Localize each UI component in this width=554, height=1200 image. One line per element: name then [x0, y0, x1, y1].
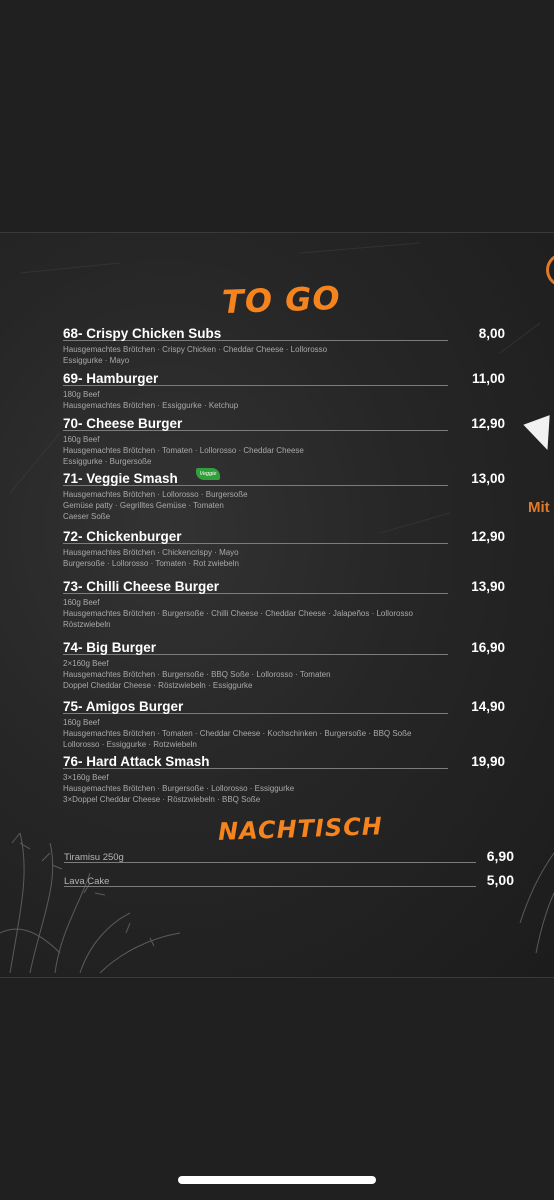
item-description: Hausgemachtes Brötchen · Crispy Chicken … [63, 345, 328, 354]
menu-item: 76- Hard Attack Smash 19,90 3×160g Beef H… [63, 754, 508, 805]
item-description: Hausgemachtes Brötchen · Burgersoße · Lo… [63, 784, 295, 793]
item-description: Hausgemachtes Brötchen · Burgersoße · Ch… [63, 609, 413, 618]
item-description: Gemüse patty · Gegrilltes Gemüse · Tomat… [63, 501, 224, 510]
menu-item: 68- Crispy Chicken Subs 8,00 Hausgemachte… [63, 326, 508, 366]
item-description: 3×160g Beef [63, 773, 109, 782]
item-description: Essiggurke · Burgersoße [63, 457, 152, 466]
item-description: 3×Doppel Cheddar Cheese · Röstzwiebeln ·… [63, 795, 261, 804]
item-name: 76- Hard Attack Smash [63, 754, 210, 769]
leaf-decoration-right [519, 852, 554, 954]
item-price: 13,00 [471, 471, 505, 486]
item-description: Burgersoße · Lollorosso · Tomaten · Rot … [63, 559, 239, 568]
item-name: 68- Crispy Chicken Subs [63, 326, 222, 341]
item-name: 75- Amigos Burger [63, 699, 184, 714]
menu-item: 70- Cheese Burger 12,90 160g Beef Hausgem… [63, 416, 508, 467]
home-indicator[interactable] [178, 1176, 376, 1184]
item-description: Hausgemachtes Brötchen · Burgersoße · BB… [63, 670, 331, 679]
dessert-name: Lava Cake [64, 876, 110, 887]
item-name: 73- Chilli Cheese Burger [63, 579, 220, 594]
item-description: Caeser Soße [63, 512, 111, 521]
item-description: 2×160g Beef [63, 659, 109, 668]
item-price: 13,90 [471, 579, 505, 594]
item-description: Hausgemachtes Brötchen · Essiggurke · Ke… [63, 401, 239, 410]
menu-item: 73- Chilli Cheese Burger 13,90 160g Beef … [63, 579, 508, 630]
dessert-price: 6,90 [486, 848, 514, 864]
item-name: 69- Hamburger [63, 371, 159, 386]
menu-item: 71- Veggie Smash Veggie 13,00 Hausgemachte… [63, 468, 508, 522]
item-name: 70- Cheese Burger [63, 416, 183, 431]
side-logo-fragment [546, 253, 554, 287]
item-description: Hausgemachtes Brötchen · Chickencrispy ·… [63, 548, 239, 557]
togo-heading: TO GO [221, 278, 342, 322]
item-description: 160g Beef [63, 598, 100, 607]
item-price: 12,90 [471, 416, 505, 431]
menu-item: 75- Amigos Burger 14,90 160g Beef Hausgem… [63, 699, 508, 750]
dessert-name: Tiramisu 250g [64, 852, 124, 863]
item-description: Essiggurke · Mayo [63, 356, 130, 365]
item-description: Doppel Cheddar Cheese · Röstzwiebeln · E… [63, 681, 253, 690]
item-description: Hausgemachtes Brötchen · Tomaten · Chedd… [63, 729, 412, 738]
item-price: 8,00 [478, 326, 505, 341]
item-description: 180g Beef [63, 390, 100, 399]
side-graphic-fragment [523, 415, 554, 455]
item-name: 71- Veggie Smash [63, 471, 178, 486]
item-description: Hausgemachtes Brötchen · Lollorosso · Bu… [63, 490, 248, 499]
item-description: 160g Beef [63, 718, 100, 727]
item-price: 14,90 [471, 699, 505, 714]
item-name: 74- Big Burger [63, 640, 157, 655]
item-price: 12,90 [471, 529, 505, 544]
menu-item: 74- Big Burger 16,90 2×160g Beef Hausgema… [63, 640, 508, 691]
item-price: 16,90 [471, 640, 505, 655]
dessert-heading: NACHTISCH [217, 812, 384, 846]
dessert-item: Tiramisu 250g 6,90 [64, 848, 514, 866]
item-name: 72- Chickenburger [63, 529, 182, 544]
item-price: 11,00 [471, 371, 505, 386]
item-description: Lollorosso · Essiggurke · Rotzwiebeln [63, 740, 197, 749]
dessert-item: Lava Cake 5,00 [64, 872, 514, 890]
item-description: Hausgemachtes Brötchen · Tomaten · Lollo… [63, 446, 304, 455]
item-description: Röstzwiebeln [63, 620, 111, 629]
veggie-badge: Veggie [196, 468, 220, 480]
dessert-price: 5,00 [486, 872, 514, 888]
menu-image: Mit TO GO 68- Crispy Chicken Subs 8,00 Ha… [0, 232, 554, 978]
item-price: 19,90 [471, 754, 505, 769]
side-text-fragment: Mit [528, 499, 550, 516]
item-description: 160g Beef [63, 435, 100, 444]
menu-item: 69- Hamburger 11,00 180g Beef Hausgemacht… [63, 371, 508, 411]
menu-item: 72- Chickenburger 12,90 Hausgemachtes Brö… [63, 529, 508, 569]
